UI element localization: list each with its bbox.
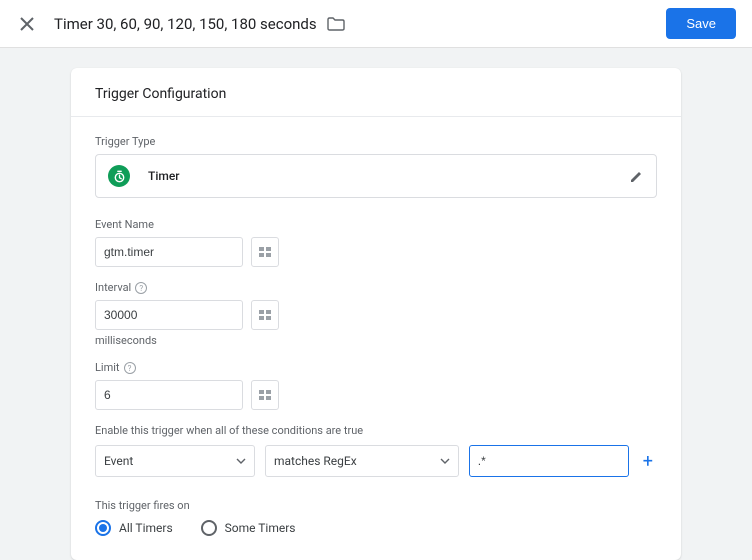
condition-row: Event matches RegEx + — [95, 445, 657, 477]
radio-icon — [201, 520, 217, 536]
interval-input[interactable] — [95, 300, 243, 330]
interval-label: Interval ? — [95, 281, 657, 294]
trigger-type-name: Timer — [148, 169, 180, 183]
pencil-icon[interactable] — [629, 169, 644, 184]
radio-icon — [95, 520, 111, 536]
event-name-label: Event Name — [95, 218, 657, 231]
add-condition-icon[interactable]: + — [639, 451, 657, 472]
variable-picker-button[interactable] — [251, 237, 279, 267]
timer-icon — [108, 165, 130, 187]
folder-icon[interactable] — [327, 17, 345, 31]
limit-input[interactable] — [95, 380, 243, 410]
interval-label-text: Interval — [95, 281, 131, 294]
variable-picker-button[interactable] — [251, 300, 279, 330]
radio-all-timers[interactable]: All Timers — [95, 520, 173, 536]
radio-some-label: Some Timers — [225, 521, 296, 535]
save-button[interactable]: Save — [666, 8, 736, 39]
trigger-type-label: Trigger Type — [95, 135, 657, 148]
radio-all-label: All Timers — [119, 521, 173, 535]
chevron-down-icon — [236, 458, 246, 464]
condition-operator-value: matches RegEx — [274, 454, 357, 468]
page-title[interactable]: Timer 30, 60, 90, 120, 150, 180 seconds — [54, 15, 317, 33]
trigger-type-selector[interactable]: Timer — [95, 154, 657, 198]
limit-label: Limit ? — [95, 361, 657, 374]
condition-variable-select[interactable]: Event — [95, 445, 255, 477]
condition-value-input[interactable] — [469, 445, 629, 477]
condition-variable-value: Event — [104, 454, 133, 468]
help-icon[interactable]: ? — [135, 282, 147, 294]
chevron-down-icon — [440, 458, 450, 464]
fires-label: This trigger fires on — [95, 499, 657, 512]
close-icon[interactable] — [16, 13, 38, 35]
card-title: Trigger Configuration — [71, 86, 681, 117]
fires-radio-group: All Timers Some Timers — [95, 520, 657, 536]
event-name-input[interactable] — [95, 237, 243, 267]
radio-some-timers[interactable]: Some Timers — [201, 520, 296, 536]
conditions-label: Enable this trigger when all of these co… — [95, 424, 657, 437]
config-card: Trigger Configuration Trigger Type Timer… — [71, 68, 681, 560]
help-icon[interactable]: ? — [124, 362, 136, 374]
limit-label-text: Limit — [95, 361, 120, 374]
interval-unit: milliseconds — [95, 334, 657, 347]
condition-operator-select[interactable]: matches RegEx — [265, 445, 459, 477]
variable-picker-button[interactable] — [251, 380, 279, 410]
top-bar: Timer 30, 60, 90, 120, 150, 180 seconds … — [0, 0, 752, 48]
